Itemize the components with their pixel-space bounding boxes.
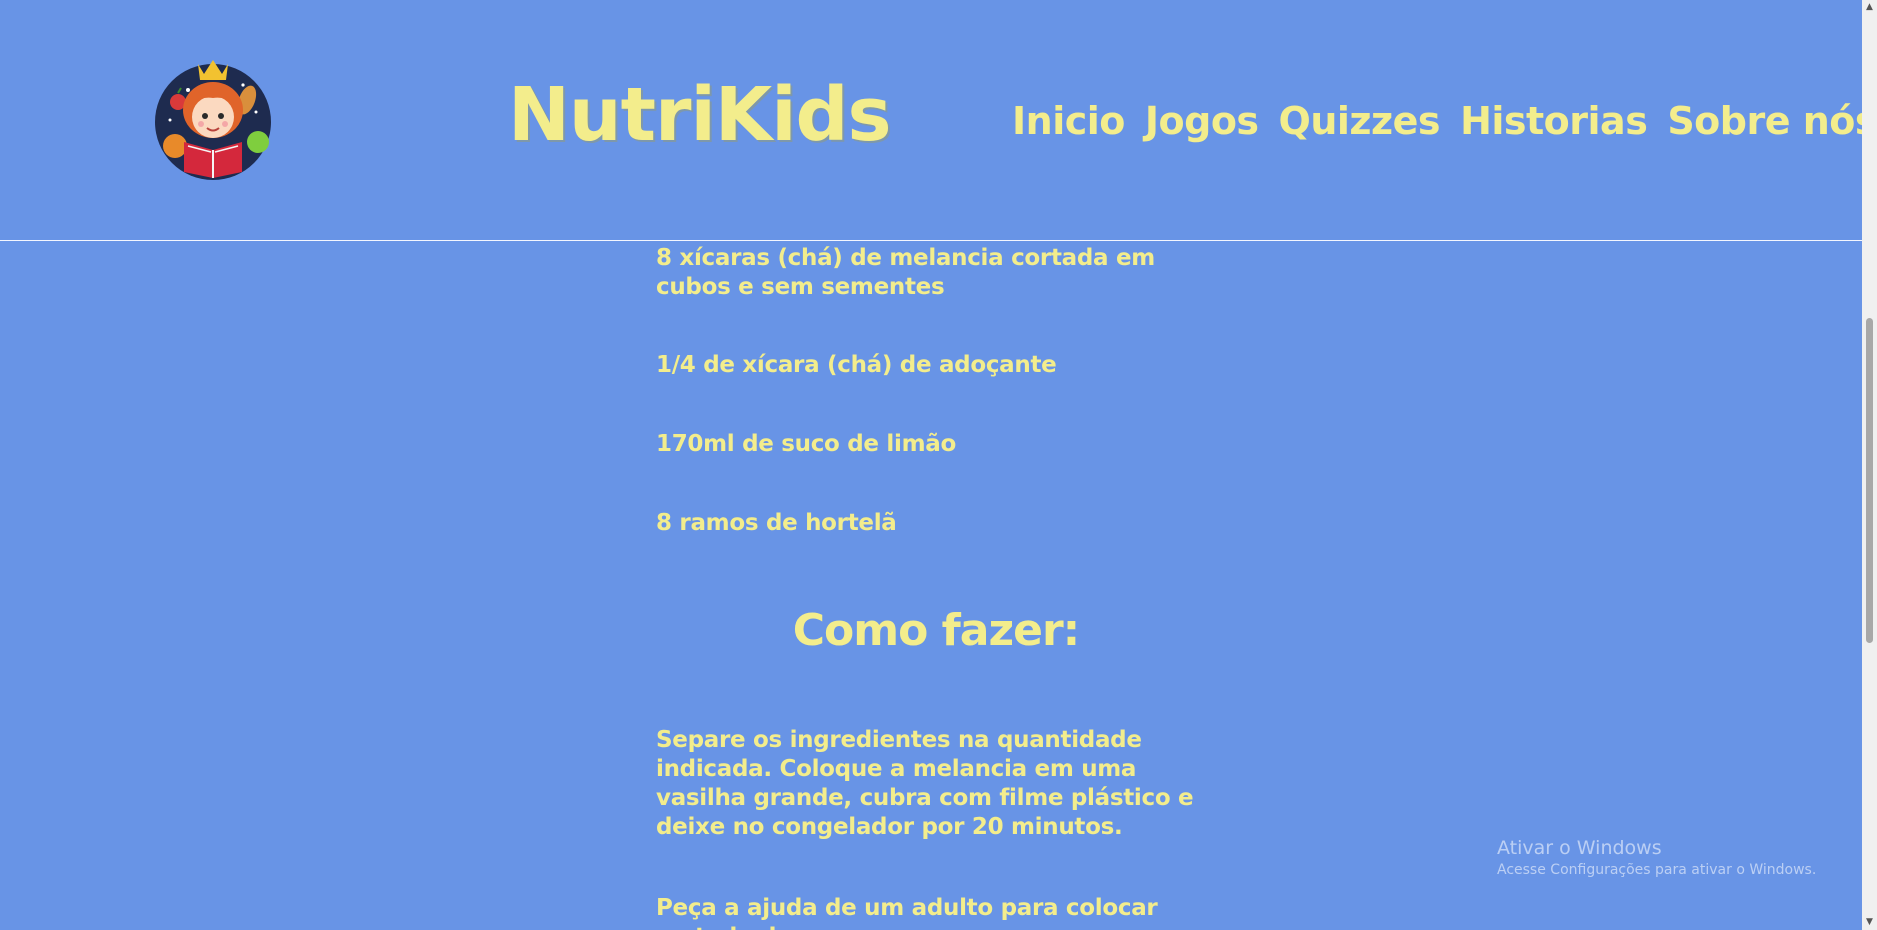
ingredient-item: 8 xícaras (chá) de melancia cortada em c… [656,245,1155,300]
ingredient-item: 1/4 de xícara (chá) de adoçante [656,352,1057,378]
nav-sobre-nos[interactable]: Sobre nós [1667,98,1877,144]
page: NutriKids Inicio Jogos Quizzes Historias… [0,0,1877,930]
how-to-heading: Como fazer: [792,605,1081,656]
nutrikids-logo[interactable] [148,50,278,182]
vertical-scrollbar[interactable]: ▲ ▼ [1862,0,1877,930]
step-paragraph: Peça a ajuda de um adulto para colocar m… [656,895,1158,930]
nav-quizzes[interactable]: Quizzes [1279,98,1441,144]
windows-activation-watermark: Ativar o Windows Acesse Configurações pa… [1497,836,1816,880]
chef-girl-logo-icon [155,60,271,180]
nav-inicio[interactable]: Inicio [1012,98,1125,144]
arrow-down-icon[interactable]: ▼ [1862,915,1877,930]
nav-jogos[interactable]: Jogos [1145,98,1259,144]
arrow-up-icon[interactable]: ▲ [1862,0,1877,15]
step-paragraph: Separe os ingredientes na quantidade ind… [656,727,1194,840]
watermark-subtitle: Acesse Configurações para ativar o Windo… [1497,862,1817,878]
site-header: NutriKids Inicio Jogos Quizzes Historias… [0,0,1877,241]
brand-title[interactable]: NutriKids [508,78,892,152]
ingredient-item: 170ml de suco de limão [656,431,956,457]
ingredient-item: 8 ramos de hortelã [656,510,897,536]
nav-historias[interactable]: Historias [1460,98,1648,144]
scrollbar-thumb[interactable] [1866,318,1873,643]
main-nav: Inicio Jogos Quizzes Historias Sobre nós [1012,98,1877,144]
watermark-title: Ativar o Windows [1497,837,1662,859]
